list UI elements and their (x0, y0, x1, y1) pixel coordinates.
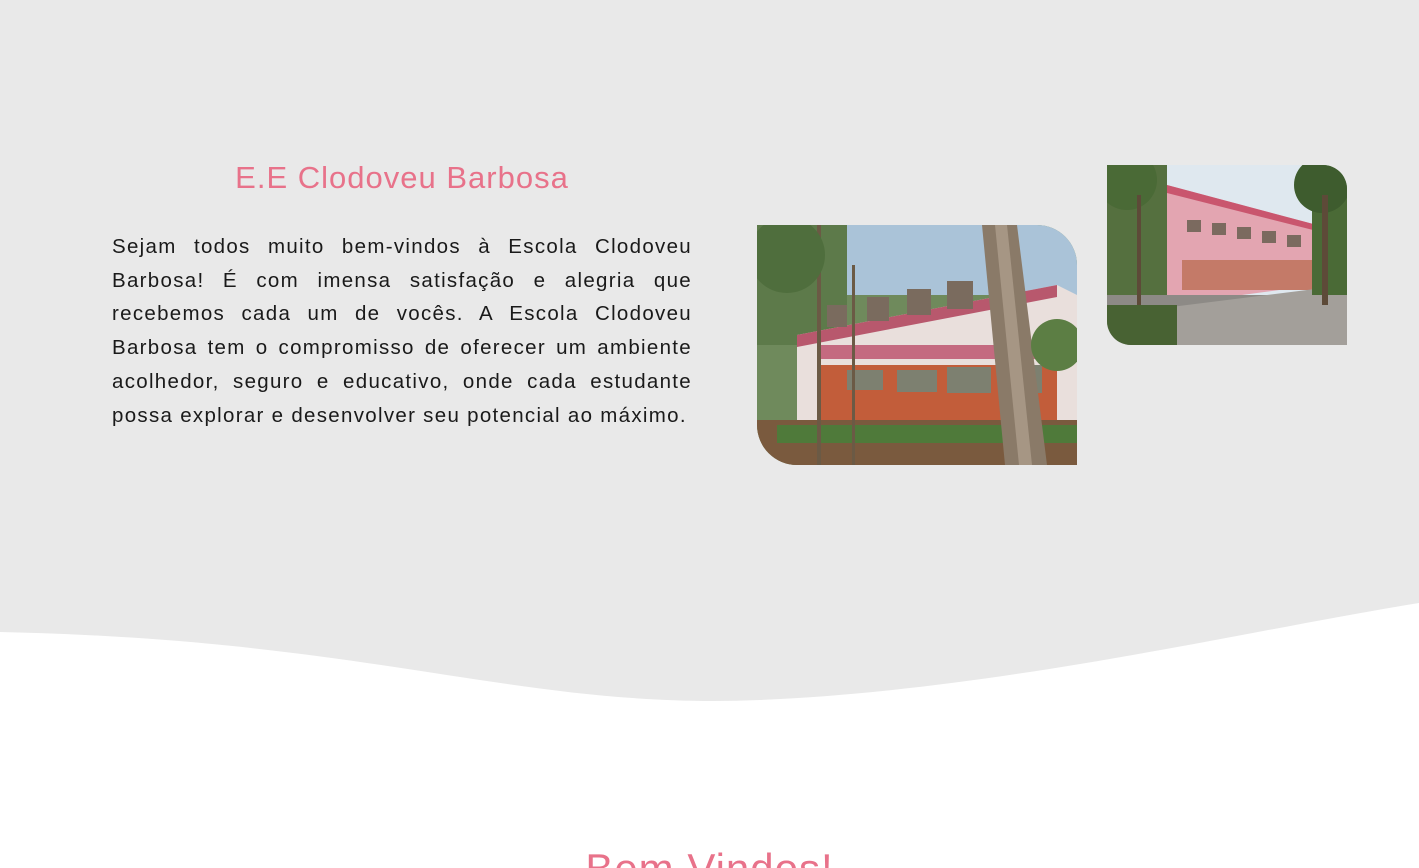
intro-paragraph: Sejam todos muito bem-vindos à Escola Cl… (112, 235, 692, 427)
welcome-title: Bem Vindos! (0, 845, 1419, 868)
school-building-front-photo (757, 225, 1077, 465)
page: E.E Clodoveu Barbosa Sejam todos muito b… (0, 0, 1419, 868)
school-building-side-photo (1107, 165, 1347, 345)
hero-section: E.E Clodoveu Barbosa Sejam todos muito b… (0, 0, 1419, 710)
school-title: E.E Clodoveu Barbosa (235, 160, 569, 195)
